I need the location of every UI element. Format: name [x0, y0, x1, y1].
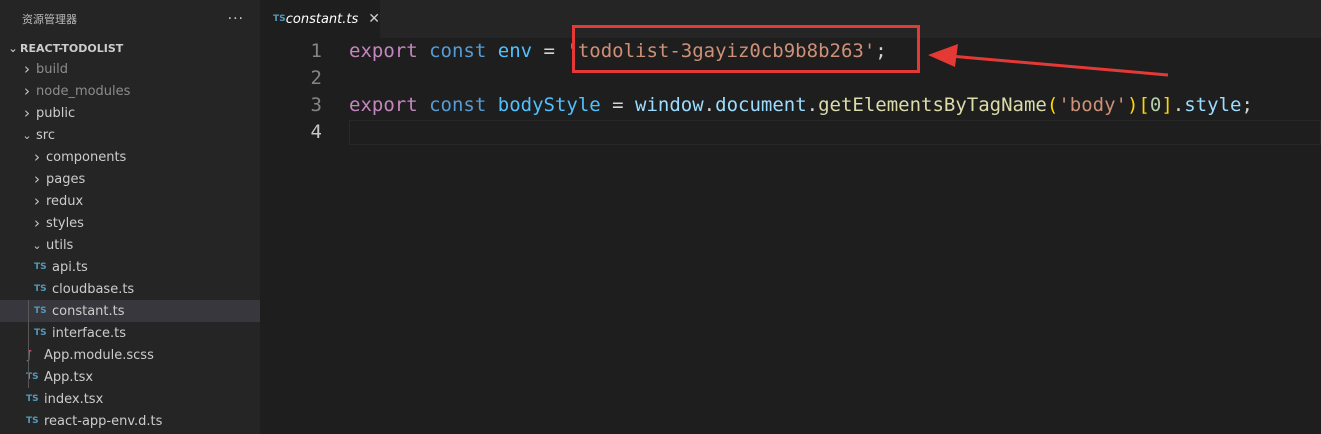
tree-item[interactable]: › node_modules: [0, 80, 260, 102]
annotation-arrow-icon: [928, 44, 1169, 77]
editor-area: TS constant.ts ✕ 1 export const env = 'to…: [260, 0, 1321, 434]
chevron-right-icon: ›: [34, 214, 40, 232]
chevron-down-icon: ⌄: [22, 128, 32, 142]
explorer-title: 资源管理器: [22, 13, 77, 26]
typescript-icon: TS: [34, 306, 47, 316]
explorer-header: 资源管理器 ···: [0, 0, 260, 38]
chevron-down-icon: ⌄: [8, 41, 18, 55]
tree-item[interactable]: › redux: [0, 190, 260, 212]
tree-item[interactable]: ⌄ src: [0, 124, 260, 146]
tree-item-label: constant.ts: [52, 303, 125, 319]
chevron-right-icon: ›: [24, 104, 30, 122]
tree-item[interactable]: › components: [0, 146, 260, 168]
chevron-right-icon: ›: [34, 170, 40, 188]
typescript-icon: TS: [26, 394, 39, 404]
tree-item[interactable]: › public: [0, 102, 260, 124]
chevron-right-icon: ›: [34, 192, 40, 210]
tree-item[interactable]: › styles: [0, 212, 260, 234]
tree-item[interactable]: TS index.tsx: [0, 388, 260, 410]
chevron-right-icon: ›: [24, 60, 30, 78]
tree-item-label: node_modules: [36, 83, 131, 99]
tree-item[interactable]: TS interface.ts: [0, 322, 260, 344]
tree-item-label: build: [36, 61, 68, 77]
explorer-sidebar: 资源管理器 ··· ⌄ REACT-TODOLIST › build › node_m…: [0, 0, 260, 434]
tree-item-label: utils: [46, 237, 74, 253]
typescript-icon: TS: [34, 262, 47, 272]
tree-item[interactable]: ∫ App.module.scss: [0, 344, 260, 366]
tree-item-label: pages: [46, 171, 86, 187]
tree-item-label: api.ts: [52, 259, 88, 275]
project-name: REACT-TODOLIST: [20, 41, 124, 55]
indent-guide: [28, 300, 29, 388]
tree-item-label: cloudbase.ts: [52, 281, 135, 297]
tree-item-label: styles: [46, 215, 84, 231]
tree-item[interactable]: › build: [0, 58, 260, 80]
tree-item-label: redux: [46, 193, 84, 209]
tree-item[interactable]: TS App.tsx: [0, 366, 260, 388]
tree-item-label: public: [36, 105, 76, 121]
tree-item-label: App.module.scss: [44, 347, 154, 363]
tree-item[interactable]: TS cloudbase.ts: [0, 278, 260, 300]
tree-item-label: interface.ts: [52, 325, 126, 341]
tree-item[interactable]: TS api.ts: [0, 256, 260, 278]
chevron-right-icon: ›: [34, 148, 40, 166]
tree-item[interactable]: › pages: [0, 168, 260, 190]
tree-item-label: App.tsx: [44, 369, 94, 385]
typescript-icon: TS: [34, 284, 47, 294]
more-actions-icon[interactable]: ···: [228, 11, 244, 27]
tree-item-label: index.tsx: [44, 391, 104, 407]
chevron-down-icon: ⌄: [32, 238, 42, 252]
tree-item[interactable]: ⌄ utils: [0, 234, 260, 256]
tree-item-label: components: [46, 149, 127, 165]
project-folder-header[interactable]: ⌄ REACT-TODOLIST: [0, 38, 260, 58]
tree-item[interactable]: TS constant.ts: [0, 300, 260, 322]
tree-item-label: react-app-env.d.ts: [44, 413, 163, 429]
tree-item[interactable]: TS react-app-env.d.ts: [0, 410, 260, 432]
typescript-icon: TS: [26, 416, 39, 426]
file-tree: › build › node_modules › public ⌄ src › component…: [0, 58, 260, 432]
tree-item-label: src: [36, 127, 55, 143]
chevron-right-icon: ›: [24, 82, 30, 100]
typescript-icon: TS: [34, 328, 47, 338]
